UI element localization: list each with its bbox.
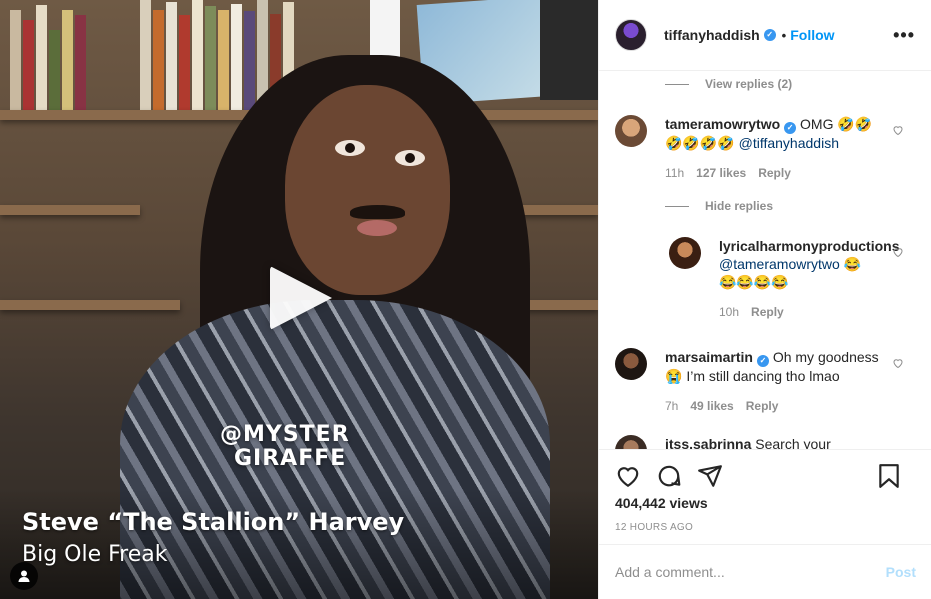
video-caption-title: Steve “The Stallion” Harvey (22, 508, 405, 536)
post-actions: 404,442 views 12 HOURS AGO (599, 449, 931, 533)
reply-button[interactable]: Reply (758, 164, 791, 182)
verified-badge-icon: ✓ (763, 29, 776, 41)
comment-composer: Post (599, 544, 931, 599)
person-mouth (357, 220, 397, 236)
view-replies-label: View replies (2) (705, 77, 793, 91)
bookmark-icon[interactable] (876, 462, 902, 490)
comment-time: 7h (665, 399, 679, 413)
person-face (285, 85, 450, 295)
comment-text-line2: 😂😂😂😂 (719, 274, 789, 290)
hide-replies-label: Hide replies (705, 199, 774, 213)
comment-icon[interactable] (656, 463, 682, 489)
comment-text: Oh my goodness (772, 349, 879, 365)
more-options-icon[interactable]: ••• (893, 26, 915, 44)
comment-item: tameramowrytwo ✓ OMG 🤣🤣 🤣🤣🤣🤣 @tiffanyhadd… (615, 115, 880, 182)
comment-likes[interactable]: 49 likes (690, 397, 733, 415)
comment-time: 10h (719, 305, 740, 319)
reply-button[interactable]: Reply (751, 303, 784, 321)
author-username[interactable]: tiffanyhaddish (664, 27, 760, 43)
video-watermark: @MYSTER GIRAFFE (220, 423, 350, 471)
user-tag-icon[interactable] (10, 562, 38, 590)
commenter-avatar[interactable] (615, 115, 647, 147)
comment-username[interactable]: itss.sabrinna (665, 436, 751, 449)
post-header: tiffanyhaddish ✓ • Follow ••• (599, 0, 931, 71)
comment-username[interactable]: lyricalharmonyproductions (719, 238, 899, 254)
comment-likes[interactable]: 127 likes (696, 164, 746, 182)
verified-badge-icon: ✓ (784, 122, 797, 134)
post-timestamp[interactable]: 12 HOURS AGO (615, 522, 916, 533)
comment-input[interactable] (615, 564, 886, 580)
comment-text-line2: 😭 I’m still dancing tho lmao (665, 368, 840, 384)
wall-poster-dark (540, 0, 598, 100)
hide-replies-button[interactable]: Hide replies (665, 199, 773, 213)
view-replies-button[interactable]: View replies (2) (665, 77, 792, 91)
comment-like-heart-icon[interactable] (892, 246, 904, 258)
post-details-panel: tiffanyhaddish ✓ • Follow ••• View repli… (598, 0, 931, 599)
verified-badge-icon: ✓ (756, 355, 769, 367)
comment-like-heart-icon[interactable] (892, 357, 904, 369)
comment-mention[interactable]: @tameramowrytwo (719, 256, 840, 272)
watermark-line1: @MYSTER (220, 422, 350, 447)
comment-like-heart-icon[interactable] (892, 124, 904, 136)
comment-text: 😂 (843, 256, 862, 272)
comment-text-line2: 🤣🤣🤣🤣 (665, 135, 735, 151)
author-avatar[interactable] (615, 19, 647, 51)
person-mustache (350, 205, 405, 219)
follow-button[interactable]: Follow (790, 27, 834, 43)
commenter-avatar[interactable] (615, 435, 647, 449)
comment-time: 11h (665, 166, 685, 180)
comment-item: marsaimartin ✓ Oh my goodness 😭 I’m still… (615, 348, 885, 415)
shelf-left-2 (0, 300, 180, 310)
action-icons-row (615, 450, 916, 502)
comments-list[interactable]: View replies (2) tameramowrytwo ✓ OMG 🤣🤣 … (599, 71, 931, 449)
person-eye-left (335, 140, 365, 156)
bookshelf-decoration (10, 0, 86, 110)
heart-icon[interactable] (615, 463, 641, 489)
commenter-avatar[interactable] (615, 348, 647, 380)
shelf-left (0, 205, 140, 215)
reply-button[interactable]: Reply (746, 397, 779, 415)
video-player[interactable]: @MYSTER GIRAFFE Steve “The Stallion” Har… (0, 0, 598, 599)
person-eye-right (395, 150, 425, 166)
play-icon[interactable] (270, 266, 332, 330)
comment-username[interactable]: tameramowrytwo (665, 116, 780, 132)
post-comment-button[interactable]: Post (886, 564, 916, 580)
comment-username[interactable]: marsaimartin (665, 349, 753, 365)
watermark-line2: GIRAFFE (234, 446, 347, 471)
comment-reply-item: lyricalharmonyproductions @tameramowrytw… (669, 237, 899, 321)
comment-item: itss.sabrinna Search your BF/GF's (615, 435, 885, 449)
paper-plane-icon[interactable] (697, 463, 723, 489)
video-caption-subtitle: Big Ole Freak (22, 542, 168, 567)
header-separator: • (781, 27, 787, 43)
comment-mention[interactable]: @tiffanyhaddish (739, 135, 839, 151)
commenter-avatar[interactable] (669, 237, 701, 269)
window-light (370, 0, 400, 60)
comment-text: OMG 🤣🤣 (800, 116, 873, 132)
